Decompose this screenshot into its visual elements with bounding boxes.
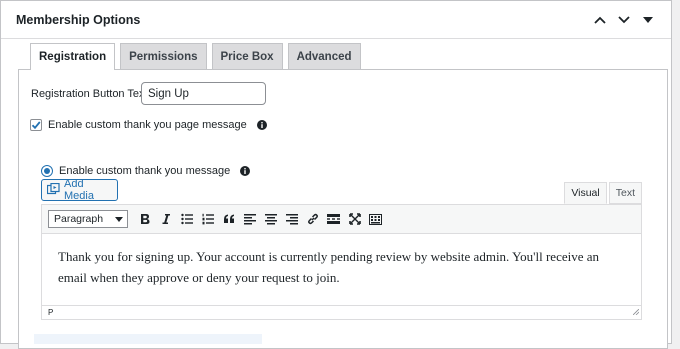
toolbar-toggle-icon[interactable] [365,209,386,229]
align-center-icon[interactable] [260,209,281,229]
tab-registration[interactable]: Registration [30,43,116,70]
editor-content[interactable]: Thank you for signing up. Your account i… [58,246,628,288]
registration-button-text-label: Registration Button Text: [31,88,151,100]
box-title: Membership Options [16,12,141,27]
media-icon [46,182,60,198]
header-actions [591,11,657,29]
thankyou-message-radio-label: Enable custom thank you message [59,165,231,177]
add-media-label: Add Media [64,178,94,202]
thankyou-page-checkbox-label: Enable custom thank you page message [48,119,247,131]
registration-button-text-input[interactable] [141,82,266,105]
editor-toolbar: Paragraph [42,205,641,234]
caret-down-icon[interactable] [639,11,657,29]
tab-permissions[interactable]: Permissions [120,43,207,69]
thankyou-message-radio[interactable] [41,165,53,177]
tab-visual[interactable]: Visual [564,182,607,204]
editor-statusbar: P [42,305,641,319]
format-select[interactable]: Paragraph [48,210,128,228]
fullscreen-icon[interactable] [344,209,365,229]
editor-mode-tabs: Visual Text [564,182,642,204]
bottom-highlight-strip [34,334,262,344]
info-icon[interactable] [256,120,267,130]
radio-selected-dot [44,168,50,174]
read-more-icon[interactable] [323,209,344,229]
resize-handle-icon[interactable] [632,308,640,317]
info-icon[interactable] [240,166,251,176]
thankyou-message-radio-row: Enable custom thank you message [41,165,251,177]
chevron-up-icon[interactable] [591,11,609,29]
caret-down-icon [115,216,123,222]
bullet-list-icon[interactable] [176,209,197,229]
thankyou-page-checkbox[interactable] [30,119,42,131]
tab-text[interactable]: Text [608,182,642,204]
box-header: Membership Options [1,1,671,39]
thankyou-page-checkbox-row: Enable custom thank you page message [30,119,267,131]
align-right-icon[interactable] [281,209,302,229]
tab-price-box[interactable]: Price Box [211,43,283,69]
link-icon[interactable] [302,209,323,229]
format-select-value: Paragraph [54,213,104,225]
message-editor: Paragraph Thank you for signing up. Your… [41,204,642,320]
options-tabs: Registration Permissions Price Box Advan… [30,43,361,70]
blockquote-icon[interactable] [218,209,239,229]
bold-icon[interactable] [134,209,155,229]
add-media-button[interactable]: Add Media [41,178,118,202]
element-path[interactable]: P [48,308,53,317]
numbered-list-icon[interactable] [197,209,218,229]
chevron-down-icon[interactable] [615,11,633,29]
tab-advanced[interactable]: Advanced [287,43,361,69]
align-left-icon[interactable] [239,209,260,229]
italic-icon[interactable] [155,209,176,229]
